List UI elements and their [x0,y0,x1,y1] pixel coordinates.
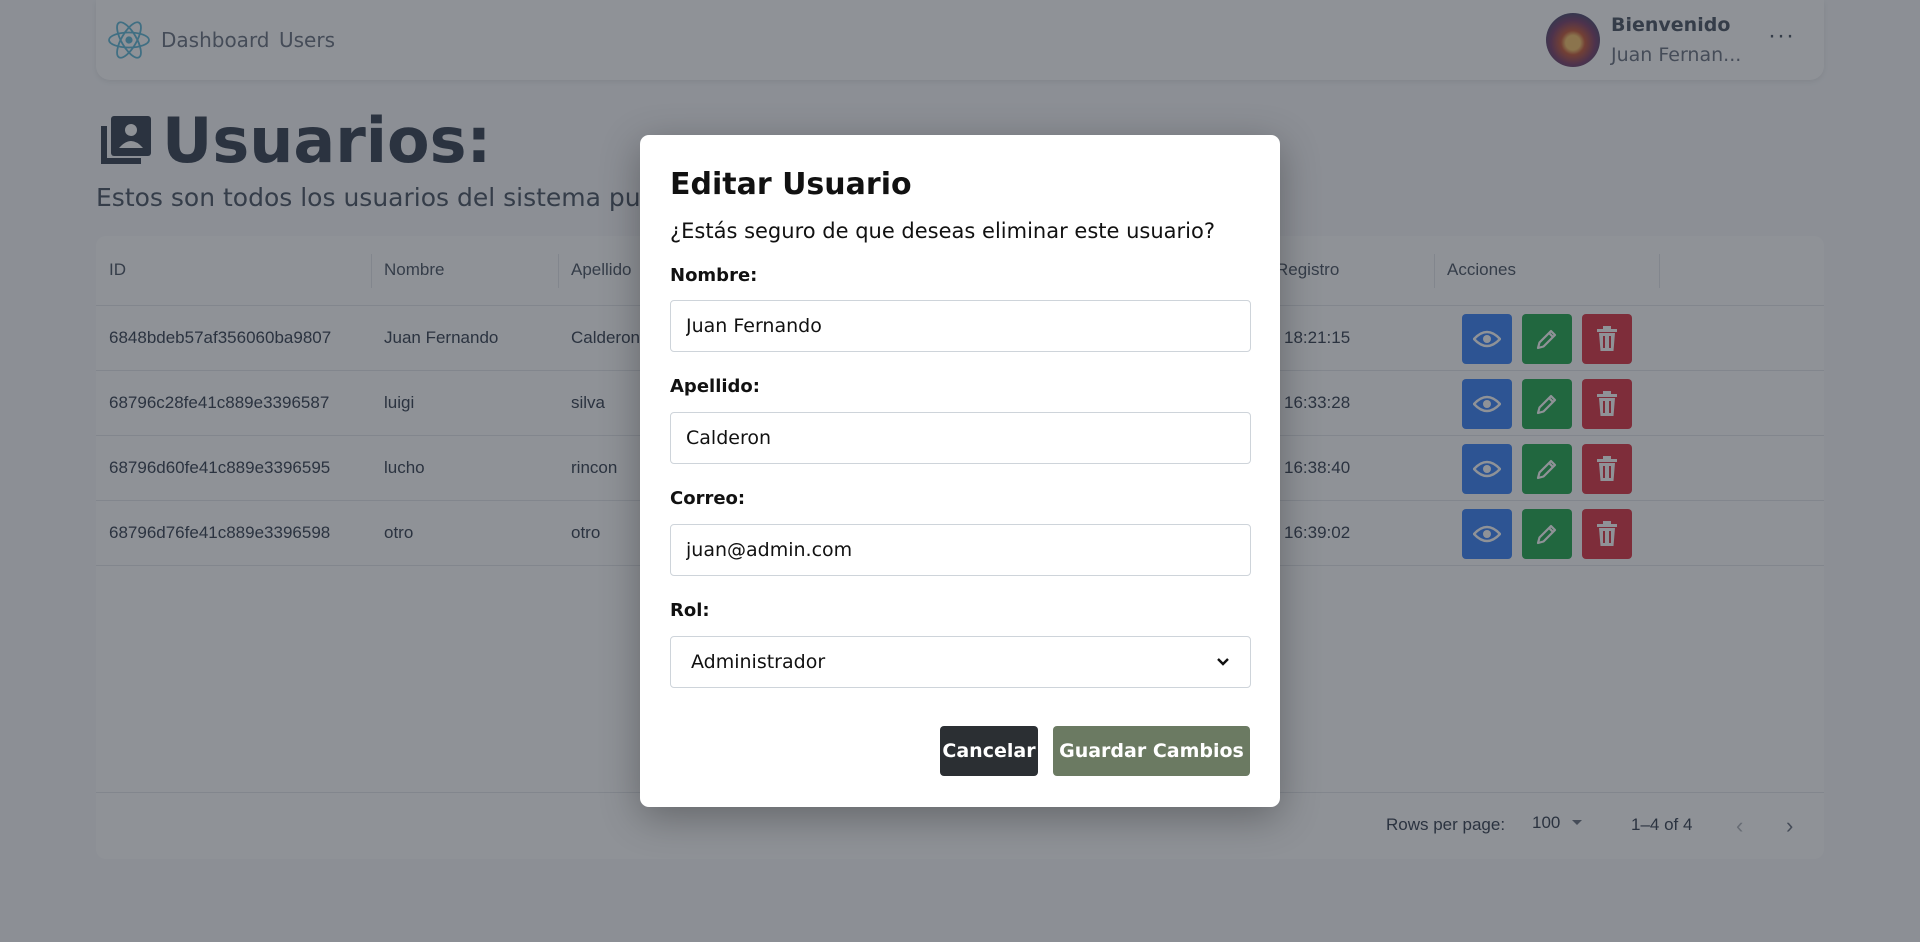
correo-label: Correo: [670,488,746,509]
nombre-input[interactable] [670,300,1251,352]
modal-title: Editar Usuario [670,167,912,202]
rol-selected-value: Administrador [691,651,826,673]
cancel-button[interactable]: Cancelar [940,726,1038,776]
nombre-label: Nombre: [670,265,758,286]
edit-user-modal: Editar Usuario ¿Estás seguro de que dese… [640,135,1280,807]
chevron-down-icon [1217,658,1229,666]
rol-select[interactable]: Administrador [670,636,1251,688]
apellido-input[interactable] [670,412,1251,464]
apellido-label: Apellido: [670,376,760,397]
rol-label: Rol: [670,600,710,621]
correo-input[interactable] [670,524,1251,576]
save-changes-button[interactable]: Guardar Cambios [1053,726,1250,776]
modal-message: ¿Estás seguro de que deseas eliminar est… [670,219,1215,243]
